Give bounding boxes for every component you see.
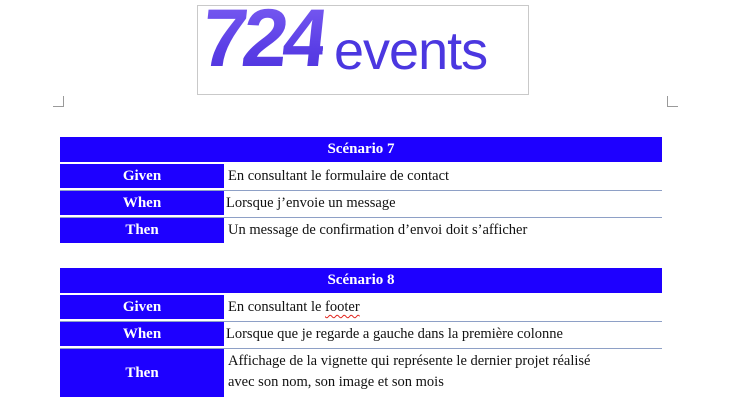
row-text[interactable]: En consultant le formulaire de contact [224,164,662,190]
row-label-then: Then [60,218,224,245]
page-margin-corner-left [53,96,64,107]
row-text[interactable]: Un message de confirmation d’envoi doit … [224,218,662,245]
row-label-then: Then [60,349,224,399]
table-row: Given En consultant le footer [60,295,662,322]
spellcheck-flagged-word: footer [325,299,360,315]
scenario-table-8: Scénario 8 Given En consultant le footer… [60,268,662,399]
logo-number: 724 [198,6,329,84]
table-row: Given En consultant le formulaire de con… [60,164,662,191]
row-label-given: Given [60,164,224,190]
row-text-line: avec son nom, son image et son mois [228,374,444,390]
row-text[interactable]: Lorsque que je regarde a gauche dans la … [224,322,662,348]
scenario-table-7: Scénario 7 Given En consultant le formul… [60,137,662,245]
table-row: When Lorsque j’envoie un message [60,191,662,218]
company-logo: 724 events [197,5,529,95]
table-row: When Lorsque que je regarde a gauche dan… [60,322,662,349]
row-text[interactable]: En consultant le footer [224,295,662,321]
row-label-when: When [60,191,224,217]
table-row: Then Un message de confirmation d’envoi … [60,218,662,245]
row-text[interactable]: Lorsque j’envoie un message [224,191,662,217]
page-margin-corner-right [667,96,678,107]
scenario-title: Scénario 7 [60,137,662,164]
row-label-given: Given [60,295,224,321]
scenario-title: Scénario 8 [60,268,662,295]
row-text[interactable]: Affichage de la vignette qui représente … [224,349,662,399]
row-text-line: Affichage de la vignette qui représente … [228,353,591,369]
row-label-when: When [60,322,224,348]
row-text-start: En consultant le [228,299,326,315]
table-row: Then Affichage de la vignette qui représ… [60,349,662,399]
logo-word: events [334,21,488,81]
